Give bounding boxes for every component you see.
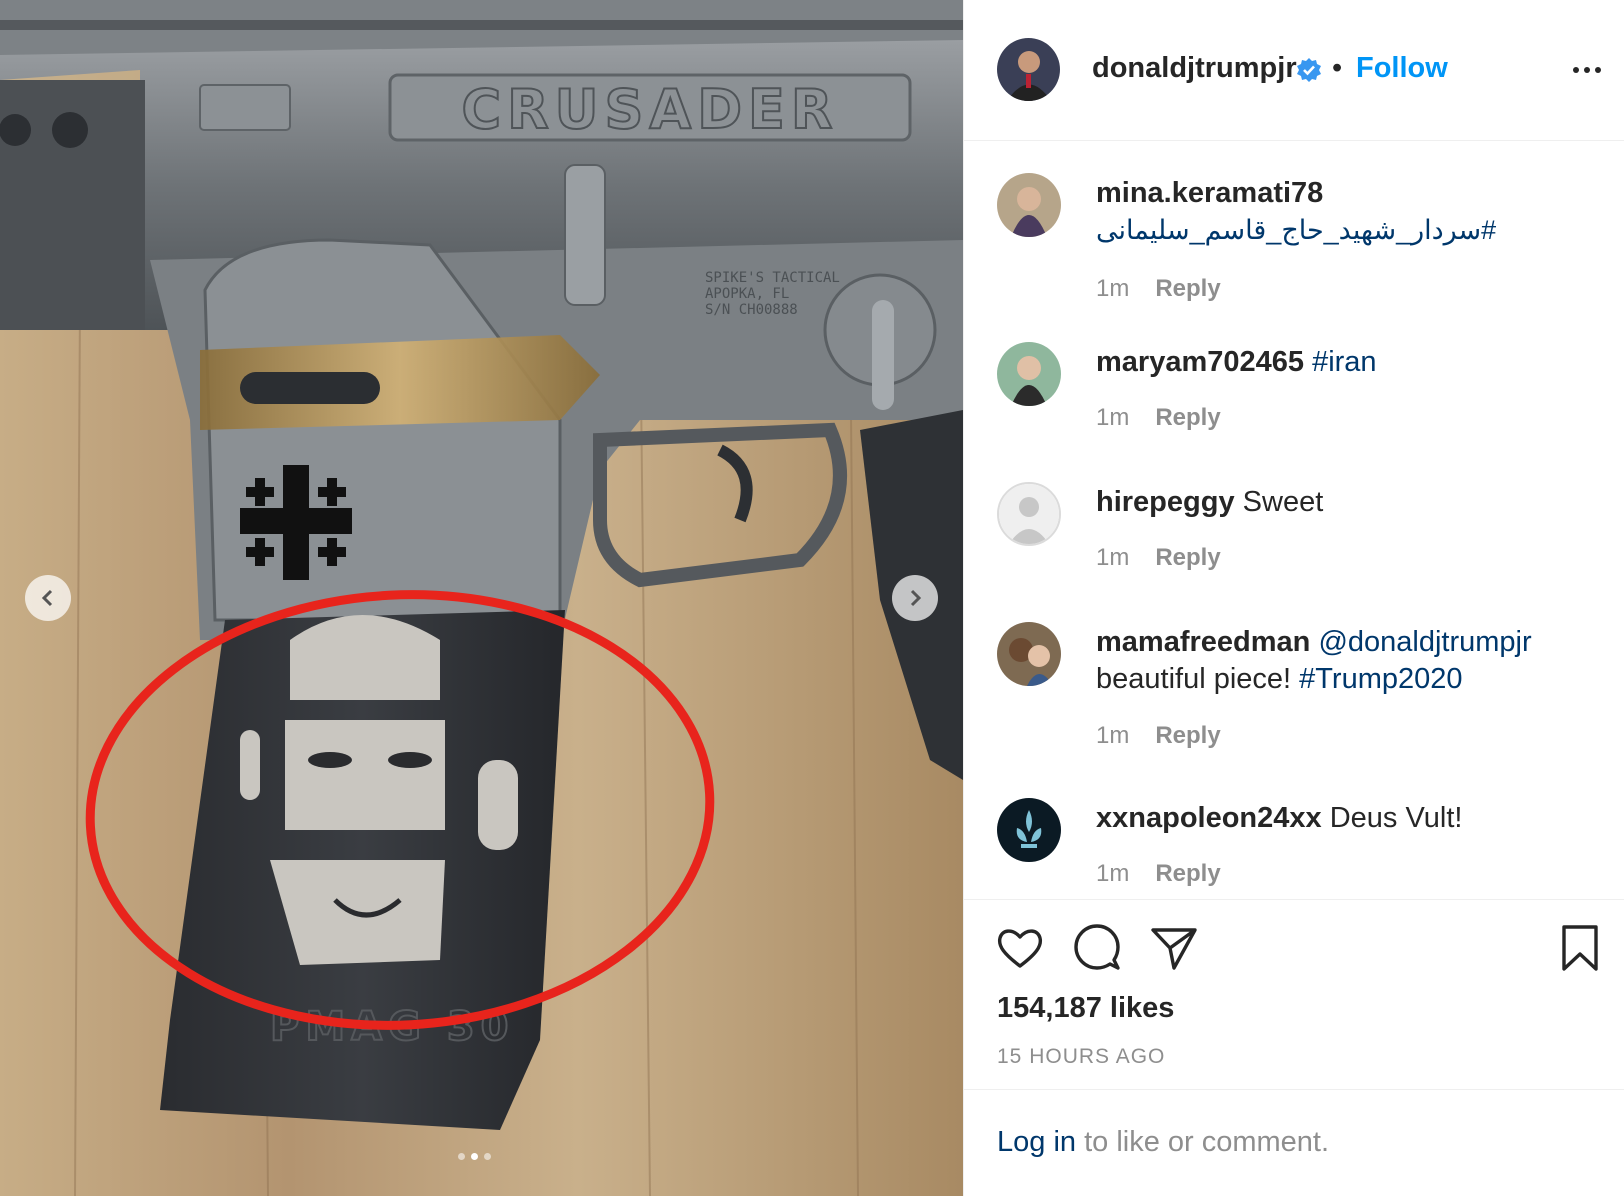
chevron-right-icon — [910, 589, 922, 607]
more-options-icon[interactable] — [1570, 57, 1604, 83]
comment-username[interactable]: hirepeggy — [1096, 486, 1235, 518]
commenter-avatar[interactable] — [997, 482, 1061, 546]
reply-button[interactable]: Reply — [1155, 544, 1220, 571]
comment-username[interactable]: xxnapoleon24xx — [1096, 802, 1322, 834]
commenter-avatar[interactable] — [997, 622, 1061, 686]
comment-meta: 1m Reply — [1096, 404, 1221, 432]
comment-mention[interactable]: @donaldjtrumpjr — [1318, 626, 1531, 658]
next-slide-button[interactable] — [892, 575, 938, 621]
post-media[interactable]: CRUSADER SPIKE'S TACTICAL APOPKA, FL S/N… — [0, 0, 963, 1196]
reply-button[interactable]: Reply — [1155, 404, 1220, 431]
action-bar: 154,187 likes 15 HOURS AGO — [964, 899, 1624, 1090]
comment-meta: 1m Reply — [1096, 544, 1221, 572]
commenter-avatar[interactable] — [997, 798, 1061, 862]
slide-dot — [484, 1153, 491, 1160]
slide-dot — [458, 1153, 465, 1160]
post-timestamp: 15 HOURS AGO — [997, 1045, 1166, 1068]
like-count[interactable]: 154,187 likes — [997, 992, 1174, 1025]
reply-button[interactable]: Reply — [1155, 275, 1220, 302]
verified-badge-icon — [1297, 58, 1321, 82]
svg-text:APOPKA, FL: APOPKA, FL — [705, 286, 789, 302]
comment-time: 1m — [1096, 722, 1130, 749]
commenter-avatar[interactable] — [997, 173, 1061, 237]
slide-indicator — [458, 1153, 491, 1160]
comment-username[interactable]: maryam702465 — [1096, 346, 1304, 378]
comment-hashtag[interactable]: #سردار_شهید_حاج_قاسم_سلیمانی — [1096, 212, 1596, 249]
comment-hashtag[interactable]: #iran — [1312, 346, 1377, 378]
post-header: donaldjtrumpjr • Follow — [964, 0, 1624, 141]
chevron-left-icon — [41, 589, 53, 607]
bookmark-icon[interactable] — [1554, 922, 1606, 974]
comment-icon[interactable] — [1071, 922, 1123, 974]
rifle-photo: CRUSADER SPIKE'S TACTICAL APOPKA, FL S/N… — [0, 0, 963, 1196]
post-sidebar: donaldjtrumpjr • Follow mina.keramati78 … — [963, 0, 1624, 1196]
svg-text:S/N CH00888: S/N CH00888 — [705, 302, 798, 318]
comment-time: 1m — [1096, 544, 1130, 571]
comment-text: beautiful piece! — [1096, 663, 1292, 695]
comment-body: mina.keramati78 #سردار_شهید_حاج_قاسم_سلی… — [1096, 175, 1596, 249]
comment-time: 1m — [1096, 275, 1130, 302]
comment-meta: 1m Reply — [1096, 860, 1221, 888]
comment-hashtag[interactable]: #Trump2020 — [1299, 663, 1462, 695]
follow-button[interactable]: Follow — [1356, 52, 1448, 85]
share-icon[interactable] — [1148, 922, 1200, 974]
commenter-avatar[interactable] — [997, 342, 1061, 406]
comment-list[interactable]: mina.keramati78 #سردار_شهید_حاج_قاسم_سلی… — [964, 141, 1624, 899]
comment-body: maryam702465 #iran — [1096, 344, 1596, 381]
login-prompt-text: Log in to like or comment. — [997, 1126, 1329, 1159]
comment-text: Deus Vult! — [1329, 802, 1463, 834]
heart-icon[interactable] — [994, 922, 1046, 974]
login-prompt: Log in to like or comment. — [964, 1089, 1624, 1197]
comment-text: Sweet — [1242, 486, 1324, 518]
comment-username[interactable]: mamafreedman — [1096, 626, 1310, 658]
author-avatar[interactable] — [997, 38, 1060, 101]
login-suffix: to like or comment. — [1076, 1126, 1330, 1158]
svg-text:CRUSADER: CRUSADER — [461, 78, 838, 141]
comment-time: 1m — [1096, 860, 1130, 887]
header-separator: • — [1332, 52, 1343, 84]
comment-body: hirepeggy Sweet — [1096, 484, 1596, 521]
reply-button[interactable]: Reply — [1155, 860, 1220, 887]
previous-slide-button[interactable] — [25, 575, 71, 621]
reply-button[interactable]: Reply — [1155, 722, 1220, 749]
comment-body: xxnapoleon24xx Deus Vult! — [1096, 800, 1596, 837]
comment-username[interactable]: mina.keramati78 — [1096, 177, 1323, 209]
comment-body: mamafreedman @donaldjtrumpjr beautiful p… — [1096, 624, 1596, 698]
comment-meta: 1m Reply — [1096, 275, 1221, 303]
comment-meta: 1m Reply — [1096, 722, 1221, 750]
instagram-post: CRUSADER SPIKE'S TACTICAL APOPKA, FL S/N… — [0, 0, 1624, 1196]
svg-text:SPIKE'S TACTICAL: SPIKE'S TACTICAL — [705, 270, 840, 286]
slide-dot-active — [471, 1153, 478, 1160]
login-link[interactable]: Log in — [997, 1126, 1076, 1158]
comment-time: 1m — [1096, 404, 1130, 431]
author-username[interactable]: donaldjtrumpjr — [1092, 52, 1297, 85]
